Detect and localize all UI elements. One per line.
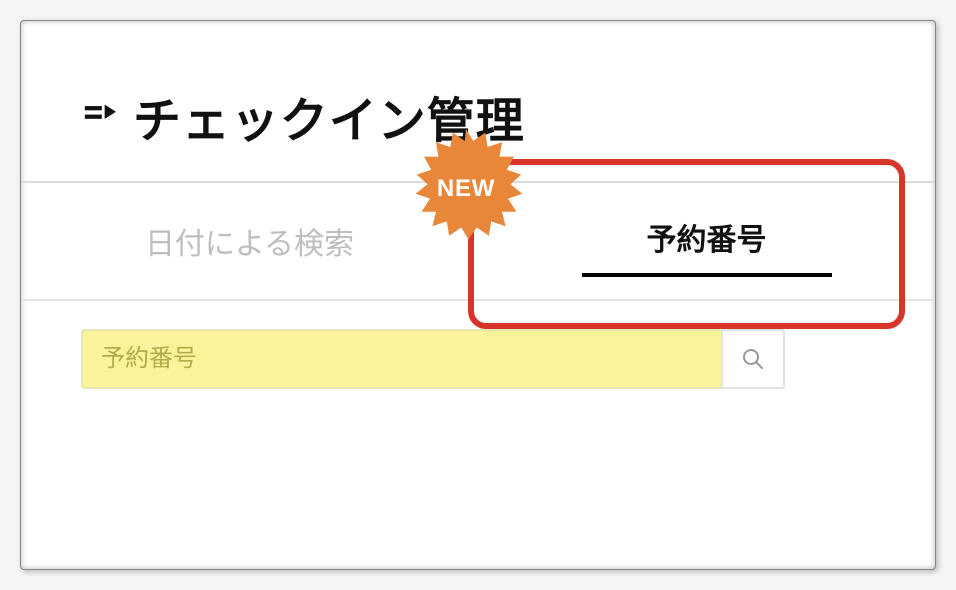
tab-label: 日付による検索 xyxy=(145,219,354,263)
page-title: チェックイン管理 xyxy=(133,81,525,151)
search-row xyxy=(21,301,935,417)
panel-header: チェックイン管理 xyxy=(21,21,935,181)
tabs: 日付による検索 予約番号 xyxy=(21,181,935,301)
tab-search-by-date[interactable]: 日付による検索 xyxy=(21,183,478,299)
active-tab-underline xyxy=(582,273,832,277)
checkin-management-panel: チェックイン管理 日付による検索 予約番号 NEW xyxy=(20,20,936,570)
tab-reservation-number[interactable]: 予約番号 xyxy=(478,183,935,299)
list-marker-icon xyxy=(81,98,117,134)
tab-label: 予約番号 xyxy=(647,215,767,267)
search-icon xyxy=(741,347,765,371)
tabs-container: 日付による検索 予約番号 NEW xyxy=(21,181,935,301)
reservation-number-input[interactable] xyxy=(81,329,721,389)
search-button[interactable] xyxy=(721,329,785,389)
